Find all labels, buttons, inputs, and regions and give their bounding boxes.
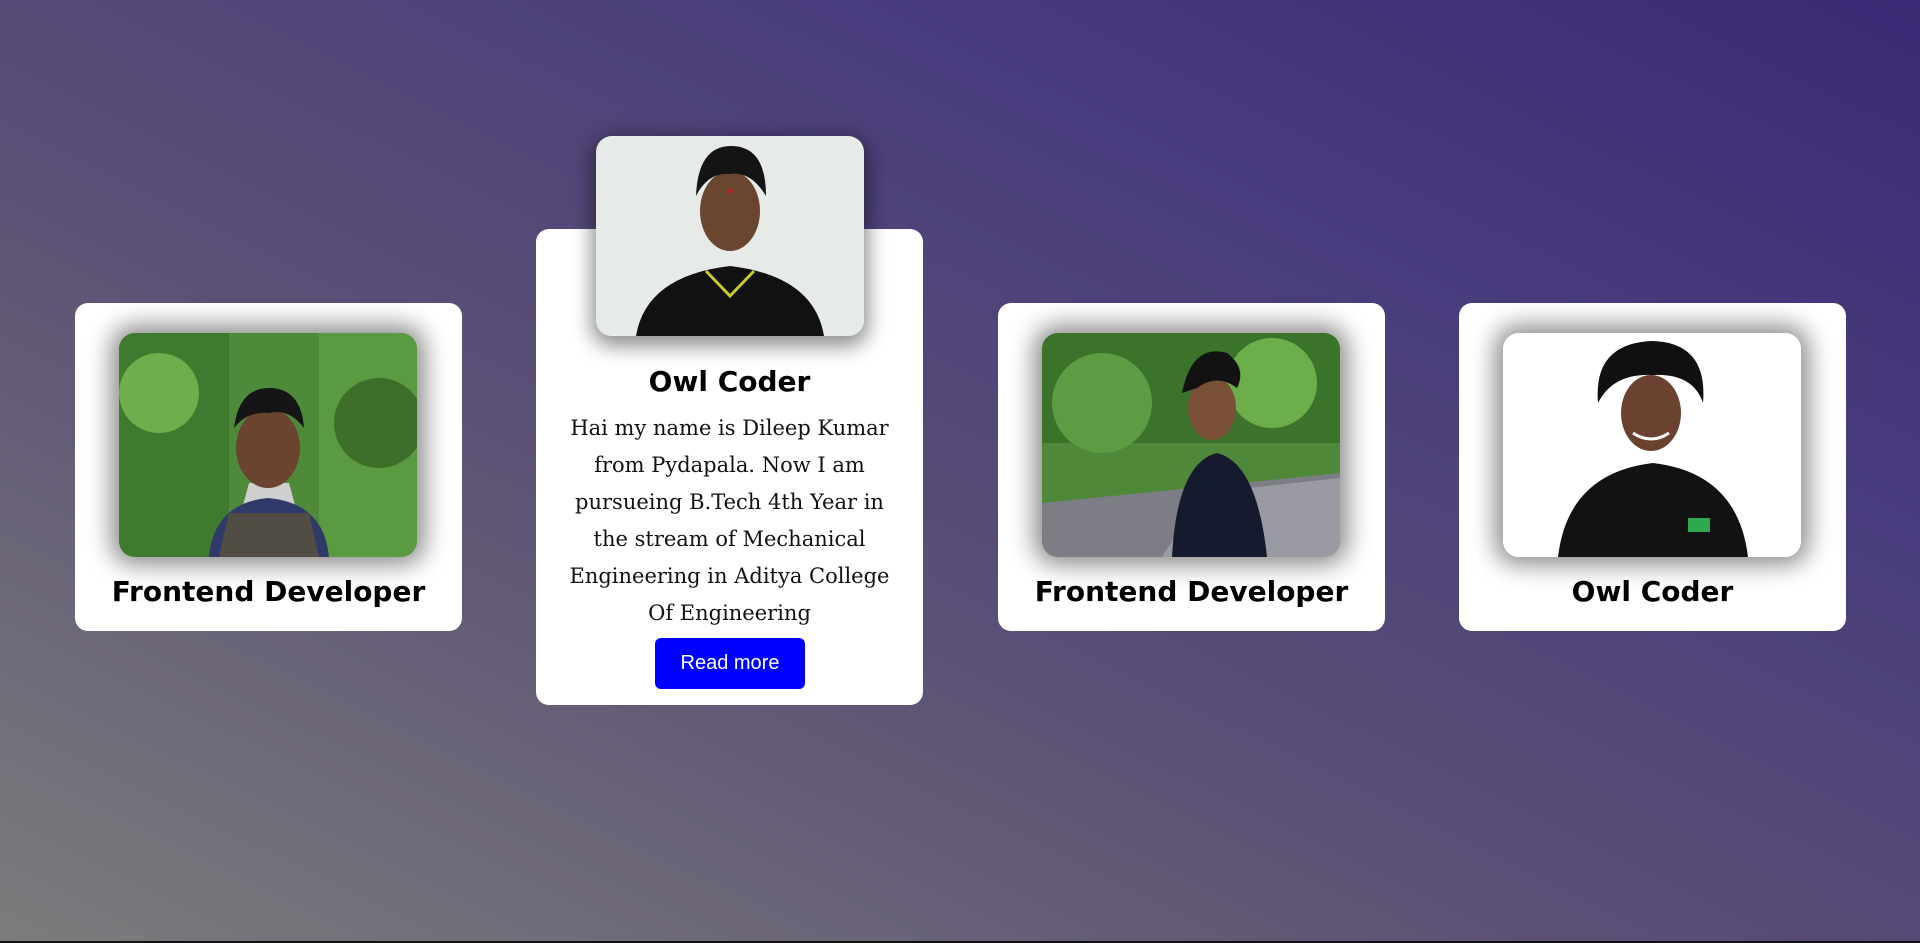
profile-photo-3 — [1042, 333, 1340, 557]
profile-card-1: Frontend Developer — [75, 303, 462, 631]
profile-photo-4 — [1503, 333, 1801, 557]
read-more-button[interactable]: Read more — [655, 638, 805, 689]
card-title: Frontend Developer — [111, 575, 426, 608]
card-description: Hai my name is Dileep Kumar from Pydapal… — [569, 416, 890, 625]
profile-photo-1 — [119, 333, 417, 557]
profile-card-2: Owl Coder Hai my name is Dileep Kumar fr… — [536, 136, 923, 705]
profile-card-3: Frontend Developer — [998, 303, 1385, 631]
profile-card-4: Owl Coder — [1459, 303, 1846, 631]
profile-photo-2 — [596, 136, 864, 336]
card-title: Frontend Developer — [1034, 575, 1349, 608]
card-title: Owl Coder — [1571, 575, 1734, 608]
card-title: Owl Coder — [648, 365, 811, 398]
